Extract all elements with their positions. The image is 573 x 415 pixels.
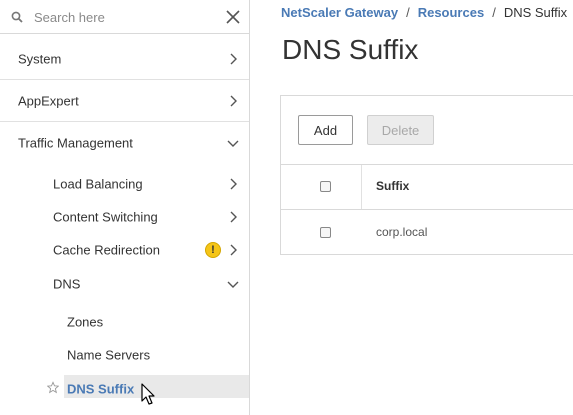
mouse-cursor-icon — [141, 383, 155, 405]
star-icon[interactable] — [46, 380, 60, 396]
sidebar-item-label: Content Switching — [53, 209, 158, 224]
delete-button[interactable]: Delete — [367, 115, 434, 145]
chevron-right-icon — [230, 211, 237, 222]
select-all-checkbox[interactable] — [320, 181, 331, 192]
page-title: DNS Suffix — [282, 34, 419, 65]
row-checkbox[interactable] — [320, 227, 331, 238]
breadcrumb: NetScaler Gateway / Resources / DNS Suffix — [281, 5, 567, 20]
suffix-cell: corp.local — [376, 225, 428, 239]
breadcrumb-link-netscaler-gateway[interactable]: NetScaler Gateway — [281, 5, 398, 20]
sidebar-item-label: Cache Redirection — [53, 242, 160, 257]
column-header-suffix[interactable]: Suffix — [376, 179, 409, 193]
sidebar-item-label: Name Servers — [67, 347, 151, 362]
chevron-right-icon — [230, 178, 237, 189]
table-row[interactable]: corp.local — [281, 210, 573, 256]
breadcrumb-current: DNS Suffix — [503, 5, 568, 20]
chevron-down-icon — [227, 281, 239, 288]
sidebar-item-label: Zones — [67, 314, 104, 329]
sidebar-item-appexpert[interactable]: AppExpert — [0, 80, 249, 122]
sidebar-item-system[interactable]: System — [0, 38, 249, 80]
chevron-right-icon — [230, 244, 237, 255]
close-icon[interactable] — [226, 10, 240, 27]
sidebar-item-label: DNS Suffix — [67, 381, 135, 396]
sidebar-item-label: DNS — [53, 276, 81, 291]
search-input[interactable] — [34, 7, 214, 27]
sidebar: System AppExpert Traffic Management Load… — [0, 0, 250, 415]
sidebar-item-zones[interactable]: Zones — [0, 305, 249, 338]
sidebar-item-name-servers[interactable]: Name Servers — [0, 338, 249, 371]
sidebar-item-label: System — [18, 51, 62, 66]
sidebar-item-label: AppExpert — [18, 93, 79, 108]
breadcrumb-separator: / — [492, 5, 496, 20]
search-icon — [11, 11, 23, 26]
chevron-right-icon — [230, 95, 237, 106]
chevron-right-icon — [230, 53, 237, 64]
column-divider — [361, 165, 362, 209]
sidebar-item-dns-suffix[interactable]: DNS Suffix — [0, 372, 249, 405]
main-content: NetScaler Gateway / Resources / DNS Suffix D… — [250, 0, 573, 415]
table-header: Suffix — [281, 164, 573, 210]
warning-icon: ! — [205, 241, 221, 258]
sidebar-item-label: Traffic Management — [18, 135, 133, 151]
breadcrumb-separator: / — [406, 5, 410, 20]
search-bar — [0, 0, 249, 34]
sidebar-item-traffic-management[interactable]: Traffic Management — [0, 122, 249, 164]
sidebar-item-dns[interactable]: DNS — [0, 267, 249, 300]
sidebar-item-load-balancing[interactable]: Load Balancing — [0, 167, 249, 200]
sidebar-item-label: Load Balancing — [53, 176, 143, 191]
content-panel: Add Delete Suffix corp.local — [280, 95, 573, 255]
sidebar-item-content-switching[interactable]: Content Switching — [0, 200, 249, 233]
chevron-down-icon — [227, 140, 239, 147]
breadcrumb-link-resources[interactable]: Resources — [418, 5, 484, 20]
add-button[interactable]: Add — [298, 115, 353, 145]
sidebar-item-cache-redirection[interactable]: Cache Redirection ! — [0, 233, 249, 266]
